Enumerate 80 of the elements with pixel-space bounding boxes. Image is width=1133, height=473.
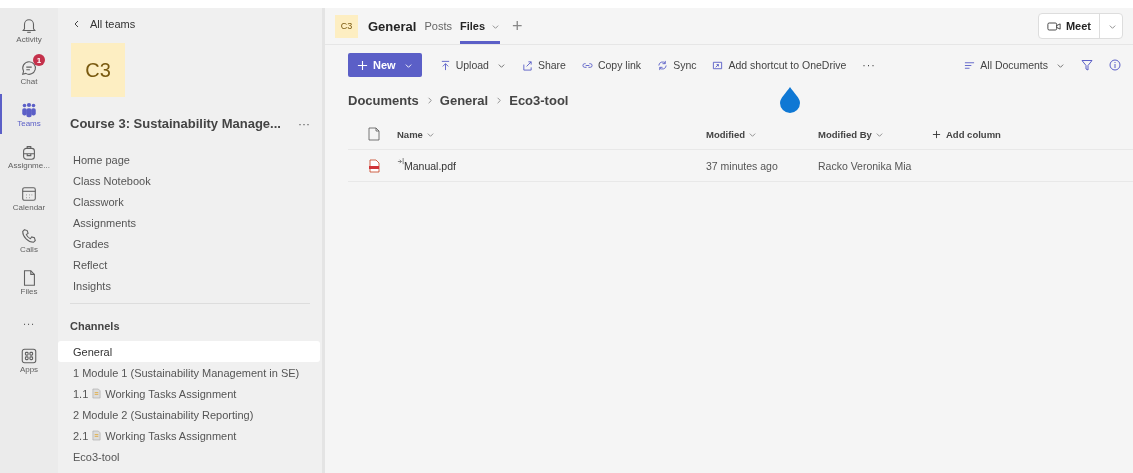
channel-title: Working Tasks Assignment [105, 429, 237, 442]
shortcut-arrow-icon [397, 157, 404, 165]
more-button[interactable]: ··· [298, 116, 310, 131]
file-type-icon [367, 127, 380, 141]
channel-avatar: C3 [335, 14, 358, 38]
info-icon [1109, 59, 1121, 71]
rail-item[interactable]: Activity [0, 10, 58, 50]
nav-item[interactable]: Insights [73, 275, 111, 296]
document-icon [92, 388, 102, 399]
channels-heading: Channels [70, 320, 121, 332]
rail-item[interactable]: Chat 1 [0, 52, 58, 92]
plus-icon [357, 59, 368, 71]
channel-item[interactable]: 2.1 Working Tasks Assignment [58, 425, 320, 446]
column-header[interactable]: Name [397, 128, 706, 140]
breadcrumb-link[interactable]: Documents [348, 92, 419, 108]
rail-item[interactable]: Calls [0, 220, 58, 260]
filter-button[interactable] [1081, 59, 1093, 71]
sync-icon [657, 59, 669, 71]
new-button[interactable]: New [348, 53, 422, 77]
channel-number: 2.1 [73, 429, 89, 442]
phone-icon [20, 226, 38, 245]
channel-item[interactable]: 2 Module 2 (Sustainability Reporting) [58, 404, 320, 425]
channel-title: General [368, 18, 417, 34]
nav-item[interactable]: Home page [73, 149, 130, 170]
team-avatar: C3 [71, 43, 125, 97]
rail-item[interactable]: Assignme... [0, 136, 58, 176]
table-cell-text: Racko Veronika Mia [818, 159, 913, 172]
nav-item[interactable]: Reflect [73, 254, 108, 275]
team-name: Course 3: Sustainability Manage... [70, 116, 281, 131]
breadcrumb-link[interactable]: General [439, 92, 489, 108]
nav-item[interactable]: Grades [73, 233, 110, 254]
rail-item[interactable]: ... [0, 304, 58, 338]
lines-icon [964, 59, 976, 71]
back-link[interactable]: All teams [72, 18, 136, 30]
info-button[interactable] [1109, 59, 1121, 71]
plus-icon [932, 129, 941, 139]
toolbar-button[interactable]: Upload [439, 59, 506, 71]
channel-item[interactable]: 1 Module 1 (Sustainability Management in SE) [58, 362, 320, 383]
nav-item[interactable]: Classwork [73, 191, 124, 212]
bell-icon [20, 16, 38, 35]
drop-icon [778, 86, 803, 114]
shortcut-icon [712, 59, 724, 71]
column-header[interactable]: Modified By [818, 128, 929, 140]
toolbar-button[interactable]: Copy link [581, 59, 642, 71]
channel-item[interactable]: 1.1 Working Tasks Assignment [58, 383, 320, 404]
toolbar-button[interactable]: Sync [657, 59, 697, 71]
more-button[interactable]: ··· [862, 59, 876, 71]
apps-icon [20, 346, 38, 365]
rail-item[interactable]: Calendar [0, 178, 58, 218]
nav-item[interactable]: Class Notebook [73, 170, 151, 191]
back-label: All teams [90, 18, 136, 30]
upload-icon [439, 59, 451, 71]
notification-badge: 1 [33, 54, 45, 66]
people-icon [20, 100, 38, 119]
table-cell-text: 37 minutes ago [706, 159, 779, 172]
file-name[interactable]: Manual.pdf [404, 159, 456, 172]
channel-item[interactable]: General [58, 341, 320, 362]
document-icon [92, 430, 102, 441]
tab[interactable]: Posts [424, 8, 452, 44]
toolbar-button[interactable]: Add shortcut to OneDrive [712, 59, 847, 71]
rail-item[interactable]: Apps [0, 340, 58, 380]
chevron-right-icon [494, 95, 504, 105]
add-column-button[interactable]: Add column [929, 128, 1001, 140]
calendar-icon [20, 184, 38, 203]
filter-icon [1081, 59, 1093, 71]
video-camera-icon [1046, 20, 1061, 32]
rail-item[interactable]: Files [0, 262, 58, 302]
channel-number: 1.1 [73, 387, 89, 400]
nav-item[interactable]: Assignments [73, 212, 136, 233]
rail-item[interactable]: Teams [0, 94, 58, 134]
view-selector[interactable]: All Documents [964, 59, 1065, 71]
share-icon [521, 59, 533, 71]
channel-title: Working Tasks Assignment [105, 387, 237, 400]
channel-item[interactable]: Eco3-tool [58, 446, 320, 467]
pdf-file-icon [367, 158, 380, 173]
chat-icon [20, 58, 38, 77]
column-header[interactable]: Modified [706, 128, 818, 140]
breadcrumb-link[interactable]: Eco3-tool [509, 92, 569, 108]
tab[interactable]: Files [459, 8, 500, 44]
toolbar-button[interactable]: Share [521, 59, 566, 71]
